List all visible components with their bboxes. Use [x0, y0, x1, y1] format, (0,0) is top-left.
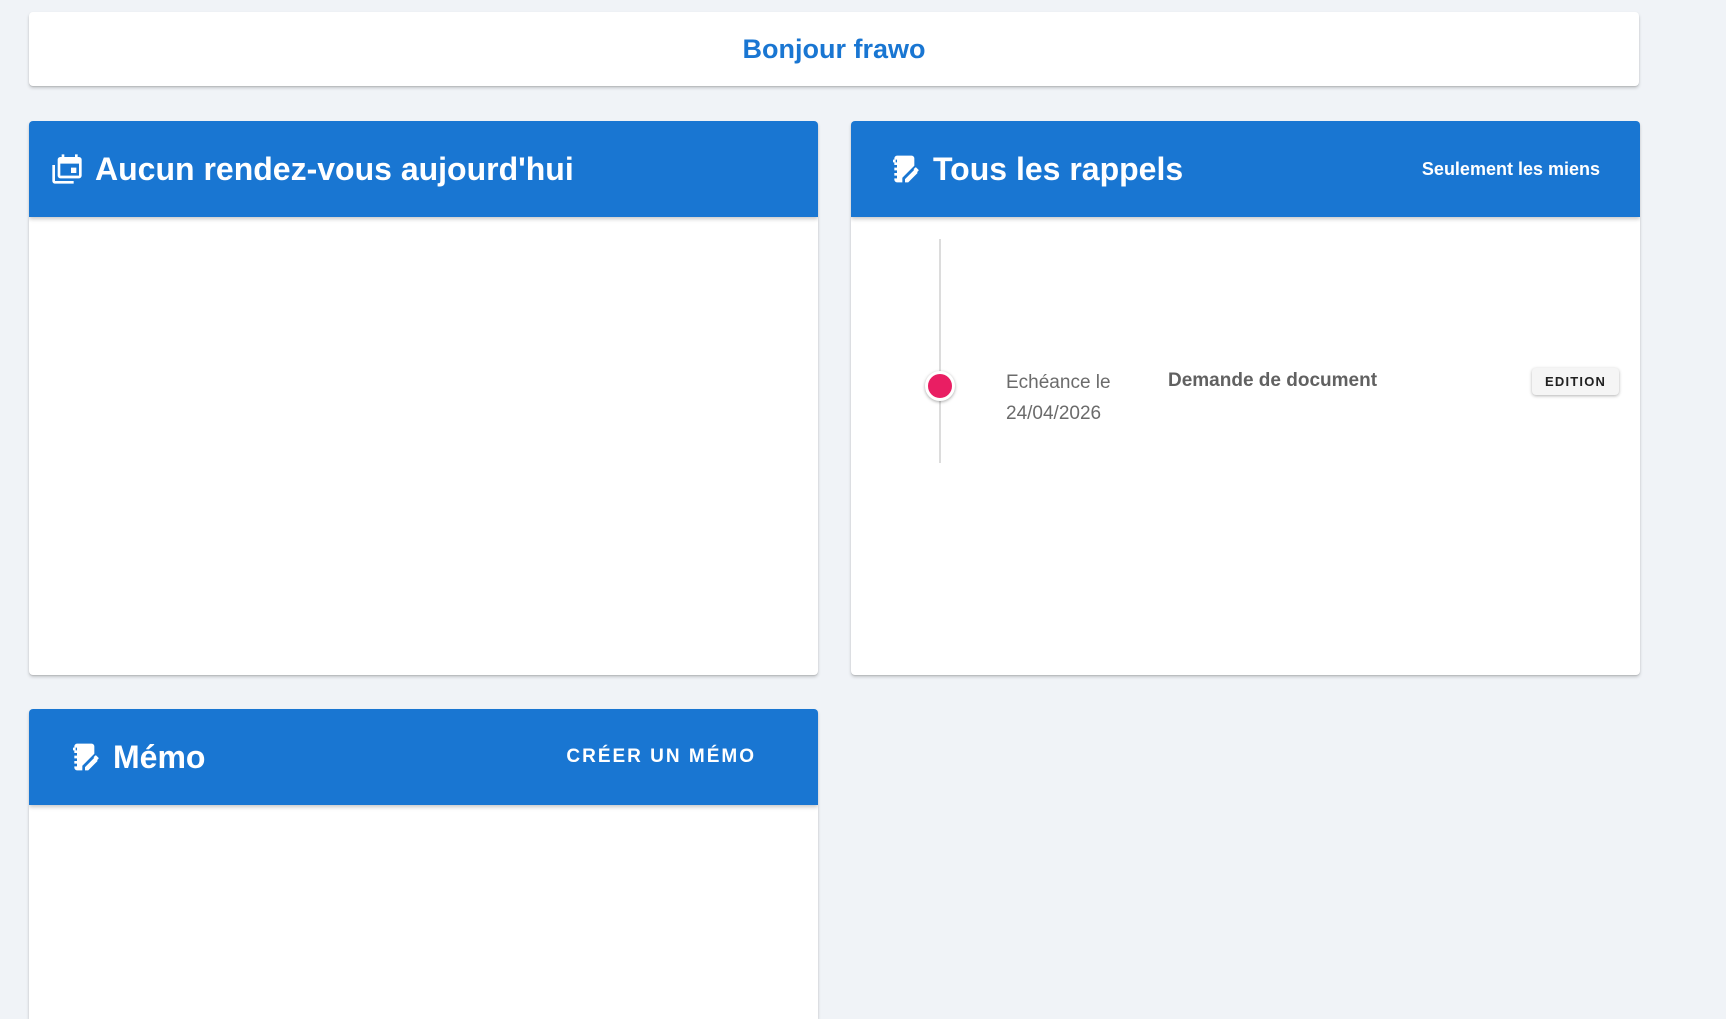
- notebook-edit-icon: [889, 153, 921, 185]
- reminder-due-value: 24/04/2026: [1006, 403, 1102, 424]
- timeline-line: [939, 239, 941, 463]
- reminders-card: Tous les rappels Seulement les miens Ech…: [851, 121, 1640, 675]
- greeting-text: Bonjour frawo: [742, 33, 926, 64]
- reminders-timeline: Echéance le 24/04/2026 Demande de docume…: [851, 217, 1640, 673]
- memo-title: Mémo: [113, 738, 206, 775]
- reminders-title: Tous les rappels: [933, 150, 1184, 187]
- memo-card: Mémo CRÉER UN MÉMO: [29, 709, 818, 1019]
- appointments-card: Aucun rendez-vous aujourd'hui: [29, 121, 818, 675]
- appointments-header: Aucun rendez-vous aujourd'hui: [29, 121, 818, 217]
- calendar-multiple-icon: [51, 153, 83, 185]
- only-mine-filter-button[interactable]: Seulement les miens: [1410, 151, 1612, 188]
- greeting-card: Bonjour frawo: [29, 12, 1639, 86]
- timeline-dot: [925, 371, 955, 401]
- reminder-due-date: Echéance le 24/04/2026: [1006, 367, 1136, 429]
- notebook-edit-icon: [69, 741, 101, 773]
- memo-header: Mémo CRÉER UN MÉMO: [29, 709, 818, 805]
- create-memo-button[interactable]: CRÉER UN MÉMO: [554, 738, 768, 776]
- reminder-title: Demande de document: [1168, 370, 1378, 391]
- reminder-edit-button[interactable]: EDITION: [1532, 368, 1620, 395]
- reminder-due-label: Echéance le: [1006, 372, 1111, 393]
- appointments-title: Aucun rendez-vous aujourd'hui: [95, 150, 574, 187]
- reminders-header: Tous les rappels Seulement les miens: [851, 121, 1640, 217]
